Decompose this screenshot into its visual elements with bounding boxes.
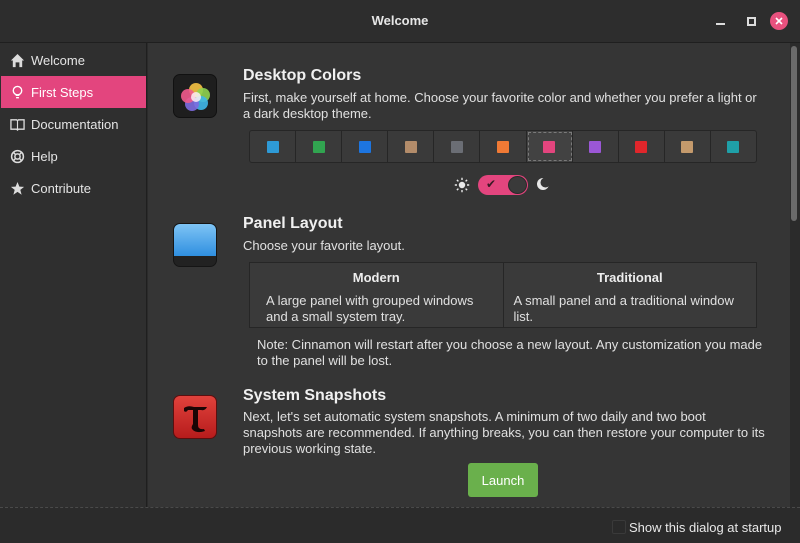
swatch-color — [727, 140, 740, 153]
swatch-color — [404, 140, 417, 153]
color-swatch[interactable] — [342, 131, 389, 162]
sidebar-item-welcome[interactable]: Welcome — [1, 44, 146, 76]
moon-icon — [537, 177, 550, 190]
minimize-button[interactable] — [711, 12, 729, 30]
color-swatch[interactable] — [573, 131, 619, 162]
layout-option-desc: A small panel and a traditional window l… — [513, 293, 734, 324]
swatch-color — [266, 140, 279, 153]
maximize-icon — [746, 16, 756, 26]
color-swatch[interactable] — [480, 131, 527, 162]
layout-option-title: Modern — [352, 270, 400, 285]
color-swatch[interactable] — [296, 131, 343, 162]
timeshift-icon — [173, 395, 217, 439]
color-swatch[interactable] — [665, 131, 711, 162]
sidebar-item-label: Welcome — [31, 52, 85, 68]
launch-button[interactable]: Launch — [468, 463, 538, 497]
close-button[interactable] — [770, 12, 788, 30]
layout-note: Note: Cinnamon will restart after you ch… — [257, 337, 763, 368]
scrollbar[interactable] — [791, 46, 797, 221]
startup-checkbox[interactable] — [612, 520, 626, 534]
startup-checkbox-label[interactable]: Show this dialog at startup — [629, 520, 781, 535]
lightbulb-icon — [9, 84, 25, 100]
maximize-button[interactable] — [742, 12, 760, 30]
layout-option-desc: A large panel with grouped windows and a… — [266, 293, 474, 324]
color-swatch[interactable] — [434, 131, 481, 162]
color-swatch[interactable] — [619, 131, 665, 162]
color-swatch-row — [249, 130, 757, 163]
color-swatch[interactable] — [250, 131, 297, 162]
color-palette-icon — [173, 74, 217, 118]
swatch-color — [681, 140, 694, 153]
panel-layout-icon — [173, 223, 217, 267]
book-icon — [9, 116, 25, 132]
lifebuoy-icon — [9, 148, 25, 164]
sidebar-item-first-steps[interactable]: First Steps — [1, 76, 146, 108]
sidebar: Welcome First Steps Documentation Help C… — [0, 43, 147, 507]
color-swatch[interactable] — [388, 131, 435, 162]
dark-theme-toggle[interactable]: ✔ — [478, 175, 528, 195]
swatch-color — [543, 140, 556, 153]
star-icon — [9, 180, 25, 196]
minimize-icon — [715, 23, 725, 25]
panel-layout-title: Panel Layout — [243, 215, 343, 232]
sidebar-item-help[interactable]: Help — [1, 140, 146, 172]
sidebar-item-label: Help — [31, 148, 58, 164]
panel-layout-description: Choose your favorite layout. — [243, 238, 405, 253]
system-snapshots-title: System Snapshots — [243, 387, 387, 404]
window-title: Welcome — [371, 13, 429, 28]
color-swatch[interactable] — [711, 131, 756, 162]
desktop-colors-title: Desktop Colors — [243, 67, 362, 84]
layout-option-title: Traditional — [596, 270, 663, 285]
home-icon — [9, 52, 25, 68]
sun-icon — [454, 177, 470, 193]
swatch-color — [497, 140, 510, 153]
layout-option-modern[interactable]: Modern A large panel with grouped window… — [250, 263, 504, 327]
swatch-color — [589, 140, 602, 153]
titlebar[interactable]: Welcome — [0, 0, 800, 43]
layout-options: Modern A large panel with grouped window… — [249, 262, 757, 328]
sidebar-item-contribute[interactable]: Contribute — [1, 172, 146, 204]
toggle-knob — [508, 176, 527, 194]
color-swatch[interactable] — [526, 131, 573, 162]
check-icon: ✔ — [486, 177, 497, 191]
close-icon — [775, 17, 783, 25]
swatch-color — [312, 140, 325, 153]
main-content: Desktop Colors First, make yourself at h… — [148, 43, 790, 507]
sidebar-item-documentation[interactable]: Documentation — [1, 108, 146, 140]
desktop-colors-description: First, make yourself at home. Choose you… — [243, 90, 757, 121]
swatch-color — [358, 140, 371, 153]
sidebar-item-label: Contribute — [31, 180, 91, 196]
layout-option-traditional[interactable]: Traditional A small panel and a traditio… — [504, 263, 757, 327]
system-snapshots-description: Next, let's set automatic system snapsho… — [243, 409, 765, 456]
sidebar-item-label: First Steps — [31, 84, 94, 100]
bottom-bar: Show this dialog at startup — [0, 507, 800, 543]
swatch-color — [450, 140, 463, 153]
sidebar-item-label: Documentation — [31, 116, 119, 132]
swatch-color — [635, 140, 648, 153]
welcome-window: Welcome Welcome First Steps Documentatio… — [0, 0, 800, 543]
